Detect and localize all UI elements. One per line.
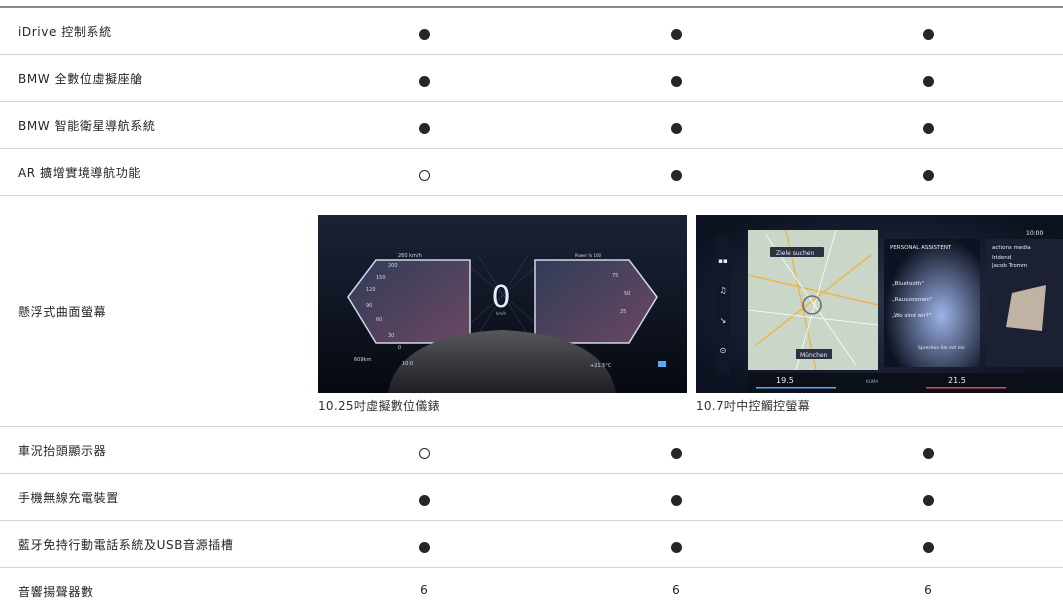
assistant-item: „Bluetooth"	[892, 281, 924, 287]
row-label: 音響揚聲器數	[18, 585, 94, 599]
included-dot	[414, 491, 434, 510]
spec-row-idrive: iDrive 控制系統	[0, 8, 1063, 55]
tick-label: 200	[388, 263, 398, 269]
tick-label: 120	[366, 287, 376, 293]
power-tick: 25	[620, 309, 626, 315]
included-dot	[918, 25, 938, 44]
spec-row-ar-navigation: AR 擴增實境導航功能	[0, 149, 1063, 196]
included-dot	[918, 166, 938, 185]
center-display-caption: 10.7吋中控觸控螢幕	[696, 399, 811, 413]
row-label: 手機無線充電裝置	[18, 491, 119, 505]
row-label: 車況抬頭顯示器	[18, 444, 107, 458]
spec-table: iDrive 控制系統 BMW 全數位虛擬座艙 BMW 智能衛星導航系統 AR …	[0, 0, 1063, 611]
included-dot	[666, 538, 686, 557]
tick-label: 30	[388, 333, 394, 339]
media-line-2: Jacob Tromm	[991, 263, 1027, 269]
included-dot	[666, 166, 686, 185]
tick-label: 60	[376, 317, 382, 323]
cluster-caption: 10.25吋虛擬數位儀錶	[318, 399, 440, 413]
optional-ring	[414, 166, 434, 185]
svg-text:↘: ↘	[720, 316, 727, 325]
map-city-label: München	[800, 352, 828, 359]
row-label: 藍牙免持行動電話系統及USB音源插槽	[18, 538, 234, 552]
included-dot	[414, 119, 434, 138]
assistant-item: „Wo sind wir?"	[892, 313, 931, 319]
included-dot	[414, 538, 434, 557]
speed-unit: km/h	[496, 311, 507, 316]
status-clock: 10:00	[1026, 230, 1043, 237]
svg-text:▪▪: ▪▪	[718, 257, 728, 265]
media-title: actions media	[992, 245, 1031, 251]
clock-readout: 10:0	[402, 361, 413, 367]
range-readout: 609km	[354, 357, 371, 363]
included-dot	[918, 444, 938, 463]
assistant-item: „Rauszoomen"	[892, 297, 932, 303]
spec-row-hud: 車況抬頭顯示器	[0, 427, 1063, 474]
row-label: AR 擴增實境導航功能	[18, 166, 141, 180]
included-dot	[414, 25, 434, 44]
spec-row-wireless-charging: 手機無線充電裝置	[0, 474, 1063, 521]
included-dot	[666, 491, 686, 510]
spec-row-virtual-cockpit: BMW 全數位虛擬座艙	[0, 55, 1063, 102]
speaker-count: 6	[672, 583, 680, 597]
row-label: iDrive 控制系統	[18, 25, 112, 39]
included-dot	[414, 72, 434, 91]
map-search-field: Ziele suchen	[776, 250, 814, 257]
tick-label: 0	[398, 345, 401, 351]
row-label: BMW 智能衛星導航系統	[18, 119, 156, 133]
included-dot	[918, 119, 938, 138]
temp-readout: +21.5°C	[590, 363, 612, 369]
svg-text:♫: ♫	[719, 286, 726, 295]
climate-left-temp: 19.5	[776, 376, 794, 385]
power-tick: 75	[612, 273, 618, 279]
assistant-hint: Sprechen Sie mit mir	[918, 345, 965, 351]
optional-ring	[414, 444, 434, 463]
spec-row-speakers: 音響揚聲器數 6 6 6	[0, 568, 1063, 611]
included-dot	[666, 444, 686, 463]
row-label: BMW 全數位虛擬座艙	[18, 72, 143, 86]
power-label: Power % 100	[575, 253, 602, 258]
climate-right-temp: 21.5	[948, 376, 966, 385]
power-tick: 50	[624, 291, 630, 297]
row-label: 懸浮式曲面螢幕	[18, 305, 107, 319]
included-dot	[666, 25, 686, 44]
tick-label: 90	[366, 303, 372, 309]
included-dot	[918, 72, 938, 91]
media-line-1: Iridend	[992, 255, 1011, 261]
instrument-cluster-image: 0 km/h 260 km/h 200 150 120 90 60 30 0 P…	[318, 215, 687, 393]
included-dot	[918, 538, 938, 557]
speed-readout: 0	[491, 280, 510, 315]
included-dot	[666, 119, 686, 138]
max-speed: 260 km/h	[398, 253, 422, 259]
spec-row-bluetooth-usb: 藍牙免持行動電話系統及USB音源插槽	[0, 521, 1063, 568]
svg-text:⊙: ⊙	[720, 346, 727, 355]
assistant-title: PERSONAL ASSISTENT	[890, 245, 952, 251]
included-dot	[918, 491, 938, 510]
speaker-count: 6	[924, 583, 932, 597]
included-dot	[666, 72, 686, 91]
climate-label: KLIMA	[866, 379, 878, 384]
tick-label: 150	[376, 275, 386, 281]
spec-row-navigation: BMW 智能衛星導航系統	[0, 102, 1063, 149]
speaker-count: 6	[420, 583, 428, 597]
center-display-image: ▪▪ ♫ ↘ ⊙ Ziele suchen München PERSONAL A…	[696, 215, 1063, 393]
